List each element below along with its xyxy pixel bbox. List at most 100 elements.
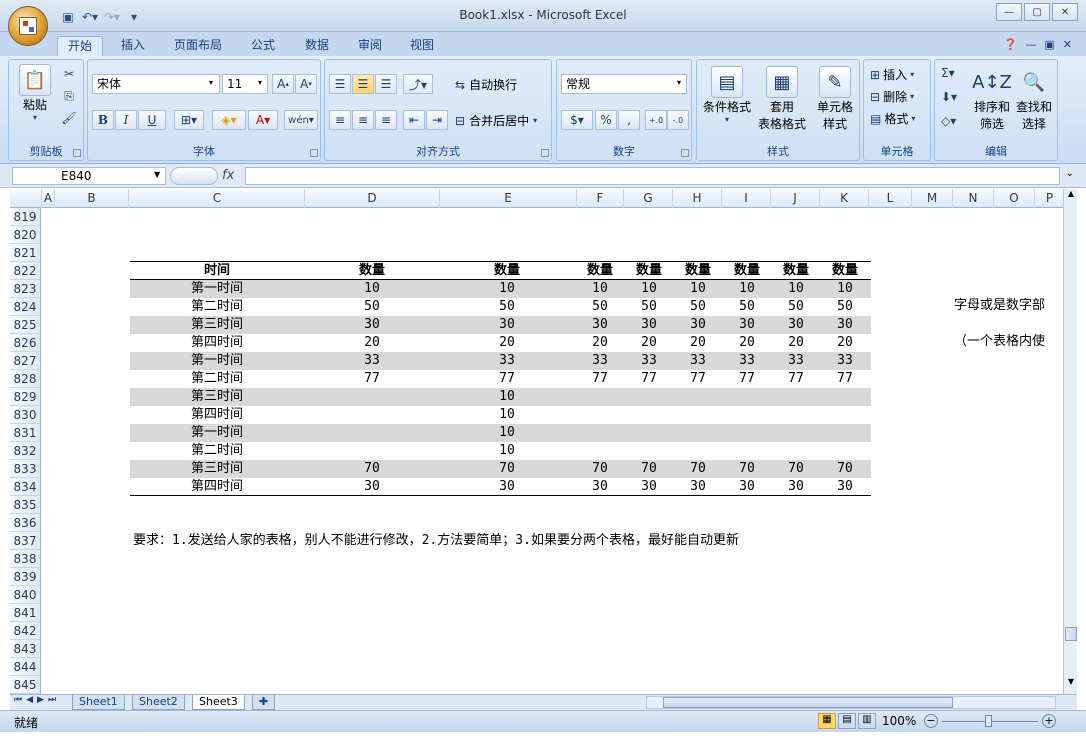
row-header[interactable]: 835: [10, 496, 41, 514]
row-header[interactable]: 845: [10, 676, 41, 694]
row-header[interactable]: 822: [10, 262, 41, 280]
table-cell[interactable]: 30: [805, 316, 885, 334]
tab-data[interactable]: 数据: [297, 36, 337, 56]
close-button[interactable]: ✕: [1052, 3, 1078, 21]
tab-formulas[interactable]: 公式: [243, 36, 283, 56]
column-header[interactable]: H: [673, 189, 722, 208]
sheet-tab-3[interactable]: Sheet3: [192, 695, 245, 710]
sort-filter-button[interactable]: A↕Z 排序和 筛选: [971, 66, 1013, 132]
align-center-icon[interactable]: ≡: [352, 110, 374, 130]
table-cell[interactable]: 30: [805, 478, 885, 496]
orientation-icon[interactable]: ⤴▾: [403, 74, 433, 94]
number-launcher-icon[interactable]: [681, 149, 689, 157]
formula-input[interactable]: [245, 167, 1060, 185]
tab-page-layout[interactable]: 页面布局: [168, 36, 228, 56]
page-break-view-icon[interactable]: ▥: [858, 713, 876, 729]
column-header[interactable]: O: [994, 189, 1035, 208]
ribbon-minimize-icon[interactable]: —: [1025, 38, 1036, 51]
align-middle-icon[interactable]: ☰: [352, 74, 374, 94]
align-right-icon[interactable]: ≡: [375, 110, 397, 130]
paste-button[interactable]: 📋 粘贴 ▾: [17, 64, 53, 122]
table-cell[interactable]: 77: [332, 370, 412, 388]
column-header[interactable]: P: [1035, 189, 1063, 208]
column-header[interactable]: M: [912, 189, 953, 208]
table-cell[interactable]: 20: [332, 334, 412, 352]
sheet-nav-icons[interactable]: ⏮◀▶⏭: [14, 695, 60, 705]
underline-button[interactable]: U: [138, 110, 166, 130]
row-header[interactable]: 819: [10, 208, 41, 226]
insert-function-button[interactable]: fx: [222, 168, 234, 183]
expand-formula-icon[interactable]: ⌄: [1066, 168, 1074, 179]
horizontal-scroll-thumb[interactable]: [663, 697, 953, 708]
table-cell[interactable]: 第二时间: [177, 442, 257, 460]
table-header-cell[interactable]: 数量: [805, 262, 885, 280]
column-header[interactable]: C: [130, 189, 305, 208]
conditional-format-button[interactable]: ▤ 条件格式 ▾: [701, 66, 753, 124]
table-cell[interactable]: 30: [332, 478, 412, 496]
table-cell[interactable]: 70: [332, 460, 412, 478]
table-header-cell[interactable]: 数量: [332, 262, 412, 280]
number-format-select[interactable]: 常规: [561, 74, 687, 94]
font-launcher-icon[interactable]: [310, 149, 318, 157]
fill-color-button[interactable]: ◈▾: [212, 110, 246, 130]
row-header[interactable]: 834: [10, 478, 41, 496]
table-cell[interactable]: 10: [332, 280, 412, 298]
table-cell[interactable]: 第四时间: [177, 334, 257, 352]
table-cell[interactable]: 20: [805, 334, 885, 352]
merge-center-button[interactable]: ⊟ 合并后居中 ▾: [455, 112, 537, 129]
row-header[interactable]: 831: [10, 424, 41, 442]
percent-button[interactable]: %: [595, 110, 617, 130]
table-cell[interactable]: 第二时间: [177, 370, 257, 388]
row-header[interactable]: 826: [10, 334, 41, 352]
format-as-table-button[interactable]: ▦ 套用 表格格式: [753, 66, 811, 132]
comma-button[interactable]: ,: [618, 110, 640, 130]
table-cell[interactable]: 第三时间: [177, 316, 257, 334]
alignment-launcher-icon[interactable]: [541, 149, 549, 157]
tab-home[interactable]: 开始: [57, 36, 103, 56]
column-header[interactable]: G: [624, 189, 673, 208]
table-cell[interactable]: 第四时间: [177, 478, 257, 496]
zoom-slider-thumb[interactable]: [985, 715, 992, 727]
table-cell[interactable]: 20: [467, 334, 547, 352]
autosum-icon[interactable]: Σ▾: [941, 66, 955, 80]
formula-splitter[interactable]: [170, 167, 218, 185]
row-header[interactable]: 823: [10, 280, 41, 298]
bold-button[interactable]: B: [92, 110, 114, 130]
row-header[interactable]: 827: [10, 352, 41, 370]
table-cell[interactable]: 10: [467, 280, 547, 298]
table-cell[interactable]: 50: [805, 298, 885, 316]
wrap-text-button[interactable]: ⇆ 自动换行: [455, 76, 517, 93]
border-button[interactable]: ⊞▾: [174, 110, 204, 130]
row-header[interactable]: 828: [10, 370, 41, 388]
align-top-icon[interactable]: ☰: [329, 74, 351, 94]
row-header[interactable]: 830: [10, 406, 41, 424]
align-bottom-icon[interactable]: ☰: [375, 74, 397, 94]
sheet-tab-2[interactable]: Sheet2: [132, 695, 185, 710]
table-cell[interactable]: 10: [467, 424, 547, 442]
row-header[interactable]: 836: [10, 514, 41, 532]
minimize-button[interactable]: —: [996, 3, 1022, 21]
table-cell[interactable]: 50: [467, 298, 547, 316]
row-header[interactable]: 839: [10, 568, 41, 586]
worksheet-grid[interactable]: ABCDEFGHIJKLMNOP 819 820 821 822 823 824 825 82…: [10, 189, 1063, 694]
row-header[interactable]: 837: [10, 532, 41, 550]
zoom-out-icon[interactable]: −: [924, 714, 938, 728]
tab-view[interactable]: 视图: [402, 36, 442, 56]
insert-cells-button[interactable]: ⊞ 插入 ▾: [870, 66, 914, 83]
column-header[interactable]: E: [440, 189, 577, 208]
table-cell[interactable]: 第一时间: [177, 424, 257, 442]
table-cell[interactable]: 10: [467, 442, 547, 460]
table-cell[interactable]: 第四时间: [177, 406, 257, 424]
currency-icon[interactable]: $▾: [561, 110, 593, 130]
format-painter-icon[interactable]: 🖌: [61, 110, 77, 126]
column-header[interactable]: N: [953, 189, 994, 208]
table-cell[interactable]: 第一时间: [177, 352, 257, 370]
column-header[interactable]: B: [55, 189, 129, 208]
delete-cells-button[interactable]: ⊟ 删除 ▾: [870, 88, 914, 105]
new-sheet-icon[interactable]: ✚: [252, 695, 276, 710]
row-header[interactable]: 838: [10, 550, 41, 568]
column-header[interactable]: L: [869, 189, 912, 208]
decrease-indent-icon[interactable]: ⇤: [403, 110, 425, 130]
ribbon-restore-icon[interactable]: ▣: [1044, 38, 1054, 51]
shrink-font-button[interactable]: A ▾: [295, 74, 317, 94]
